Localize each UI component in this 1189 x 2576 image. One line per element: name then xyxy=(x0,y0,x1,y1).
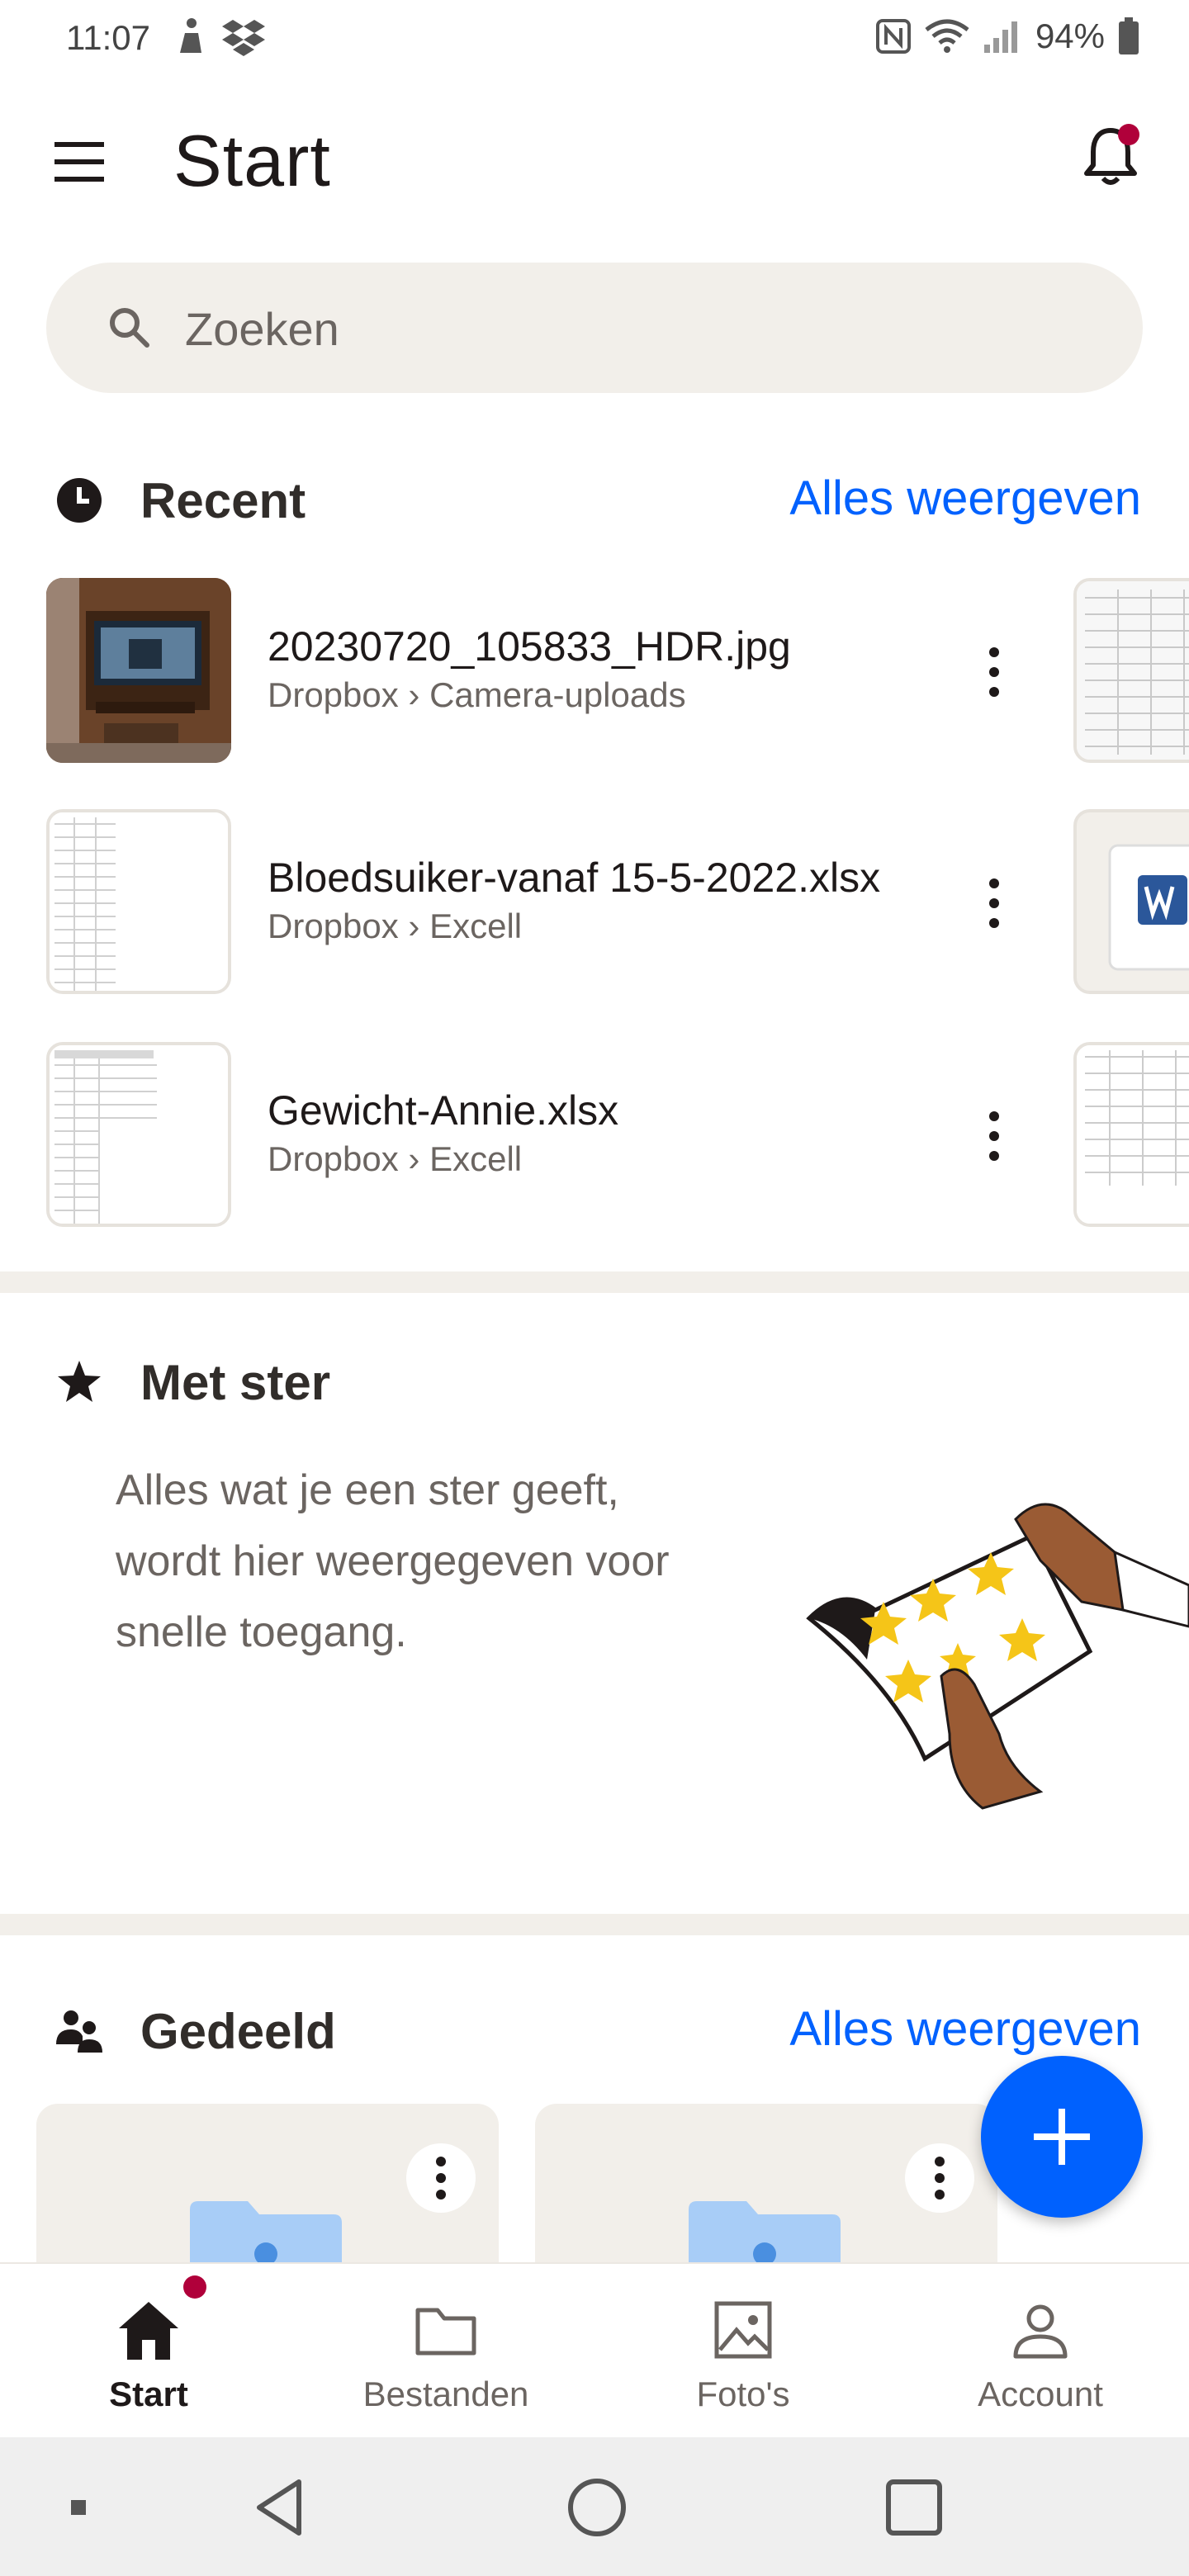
shared-view-all-link[interactable]: Alles weergeven xyxy=(789,2001,1141,2057)
file-thumbnail xyxy=(46,578,231,763)
more-options-icon xyxy=(935,2157,945,2200)
file-path: Dropbox › Camera-uploads xyxy=(268,675,686,714)
menu-button[interactable] xyxy=(50,132,109,192)
file-name: 20230720_105833_HDR.jpg xyxy=(268,623,791,670)
folder-icon xyxy=(415,2308,476,2356)
spreadsheet-preview-image xyxy=(50,812,228,991)
photo-icon xyxy=(714,2301,772,2359)
file-thumbnail xyxy=(46,1042,231,1227)
shared-title: Gedeeld xyxy=(140,2004,336,2059)
signal-icon xyxy=(983,21,1017,53)
nfc-icon xyxy=(875,19,911,54)
person-icon xyxy=(1013,2304,1068,2359)
page-title: Start xyxy=(173,120,331,201)
create-fab-button[interactable] xyxy=(981,2056,1143,2218)
search-bar[interactable]: Zoeken xyxy=(46,263,1143,393)
recent-view-all-link[interactable]: Alles weergeven xyxy=(789,471,1141,526)
nav-item-account[interactable]: Account xyxy=(892,2264,1189,2439)
word-document-icon xyxy=(1108,844,1189,971)
nav-item-start[interactable]: Start xyxy=(0,2264,297,2439)
status-right: 94% xyxy=(875,17,1139,56)
bottom-navigation: Start Bestanden Foto's Account xyxy=(0,2262,1189,2437)
section-divider xyxy=(0,1271,1189,1293)
more-options-icon[interactable] xyxy=(974,874,1014,933)
starred-empty-text: Alles wat je een ster geeft, wordt hier … xyxy=(116,1466,670,1656)
system-navigation-bar xyxy=(0,2437,1189,2576)
file-thumbnail xyxy=(46,809,231,994)
nav-notification-dot xyxy=(183,2275,206,2299)
nav-label: Foto's xyxy=(696,2375,790,2413)
spreadsheet-preview-image xyxy=(50,1045,228,1224)
recent-peek-thumbnail[interactable] xyxy=(1073,809,1189,994)
card-more-button[interactable] xyxy=(406,2143,476,2213)
spreadsheet-preview-image xyxy=(1077,581,1189,760)
recents-icon[interactable] xyxy=(877,2470,951,2545)
nav-item-bestanden[interactable]: Bestanden xyxy=(297,2264,594,2439)
wifi-icon xyxy=(925,19,969,53)
recent-peek-thumbnail[interactable] xyxy=(1073,1042,1189,1227)
nav-label: Start xyxy=(109,2375,188,2413)
more-options-icon[interactable] xyxy=(974,1106,1014,1166)
small-square-icon[interactable] xyxy=(41,2470,116,2545)
more-options-icon xyxy=(436,2157,446,2200)
nav-label: Account xyxy=(978,2375,1103,2413)
home-icon xyxy=(119,2302,178,2360)
file-name: Bloedsuiker-vanaf 15-5-2022.xlsx xyxy=(268,855,881,901)
status-time: 11:07 xyxy=(66,18,150,57)
battery-percent: 94% xyxy=(1035,17,1105,55)
hamburger-menu-icon xyxy=(54,142,104,182)
photo-thumbnail-image xyxy=(46,578,231,763)
search-icon xyxy=(110,308,149,348)
recent-peek-thumbnail[interactable] xyxy=(1073,578,1189,763)
home-circle-icon[interactable] xyxy=(560,2470,634,2545)
status-left-icons xyxy=(173,17,266,56)
battery-icon xyxy=(1119,17,1139,54)
recent-title: Recent xyxy=(140,473,306,528)
section-divider xyxy=(0,1914,1189,1935)
clock-icon xyxy=(57,478,102,523)
notification-badge xyxy=(1118,124,1139,145)
nav-item-fotos[interactable]: Foto's xyxy=(594,2264,892,2439)
recent-file-row[interactable]: Gewicht-Annie.xlsx Dropbox › Excell xyxy=(0,1042,1189,1232)
app-header: Start xyxy=(0,107,1189,215)
more-options-icon[interactable] xyxy=(974,642,1014,702)
search-placeholder: Zoeken xyxy=(185,303,339,355)
file-path: Dropbox › Excell xyxy=(268,1139,523,1178)
recent-file-row[interactable]: Bloedsuiker-vanaf 15-5-2022.xlsx Dropbox… xyxy=(0,809,1189,999)
starred-title: Met ster xyxy=(140,1355,331,1410)
accessibility-icon xyxy=(180,18,201,53)
status-bar: 11:07 94% xyxy=(0,0,1189,79)
recent-section-header: Recent Alles weergeven xyxy=(0,462,1189,537)
plus-icon xyxy=(1034,2109,1090,2165)
nav-label: Bestanden xyxy=(362,2375,529,2413)
card-more-button[interactable] xyxy=(905,2143,974,2213)
shared-people-icon xyxy=(56,2010,102,2053)
file-path: Dropbox › Excell xyxy=(268,907,523,945)
star-icon xyxy=(58,1361,101,1402)
starred-section-header: Met ster xyxy=(0,1344,1189,1418)
back-icon[interactable] xyxy=(244,2470,319,2545)
starred-illustration xyxy=(806,1503,1189,1810)
file-name: Gewicht-Annie.xlsx xyxy=(268,1087,619,1134)
spreadsheet-preview-image xyxy=(1077,1045,1189,1224)
recent-file-row[interactable]: 20230720_105833_HDR.jpg Dropbox › Camera… xyxy=(0,578,1189,768)
dropbox-status-icon xyxy=(222,20,265,56)
